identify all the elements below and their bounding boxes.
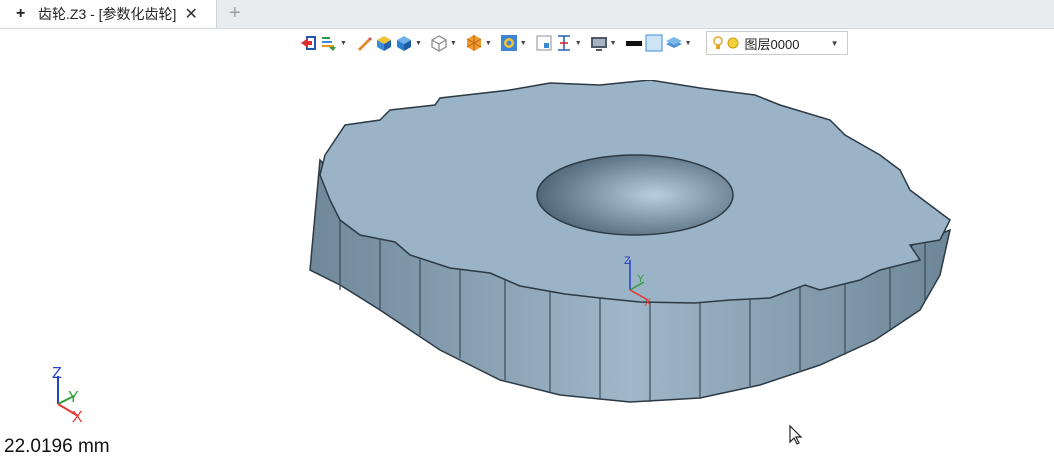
chevron-down-icon[interactable]: ▼ <box>450 40 457 47</box>
center-axis-triad: Z Y X <box>624 255 652 309</box>
exit-button[interactable] <box>300 31 318 55</box>
box-wireframe-icon <box>431 35 447 52</box>
line-color-icon <box>625 41 642 46</box>
chevron-down-icon[interactable]: ▼ <box>340 40 347 47</box>
view-fit-button[interactable]: ▼ <box>500 31 533 55</box>
render-mode-icon <box>466 35 482 51</box>
wireframe-button[interactable]: ▼ <box>430 31 463 55</box>
svg-text:Y: Y <box>68 389 79 406</box>
exit-icon <box>301 36 316 50</box>
section-icon <box>536 35 552 51</box>
layer-button[interactable]: ▼ <box>665 31 698 55</box>
view-fit-icon <box>500 35 517 51</box>
svg-text:Y: Y <box>637 273 645 285</box>
display-icon <box>590 37 607 51</box>
fill-color-icon <box>645 34 663 52</box>
render-mode-button[interactable]: ▼ <box>465 31 498 55</box>
chevron-down-icon[interactable]: ▼ <box>415 40 422 47</box>
axis-triad: Z Y X <box>52 365 83 426</box>
sketch-button[interactable] <box>355 31 373 55</box>
document-tab-bar: + 齿轮.Z3 - [参数化齿轮] ✕ + <box>0 0 1054 29</box>
sun-icon <box>727 37 738 49</box>
layer-select[interactable]: 图层0000 ▼ <box>705 31 848 55</box>
chevron-down-icon[interactable]: ▼ <box>520 40 527 47</box>
chevron-down-icon[interactable]: ▼ <box>831 39 839 48</box>
display-button[interactable]: ▼ <box>590 31 623 55</box>
filter-button[interactable]: ▼ <box>320 31 353 55</box>
chevron-down-icon[interactable]: ▼ <box>610 40 617 47</box>
view-toolbar: ▼ ▼ ▼ ▼ ▼ ▼ ▼ ▼ 图层0000 ▼ <box>300 30 848 56</box>
gear-bore <box>536 154 734 236</box>
svg-text:X: X <box>72 409 83 426</box>
solid-color-icon <box>376 36 391 51</box>
layer-label: 图层0000 <box>744 36 800 52</box>
pencil-icon <box>357 37 372 51</box>
section-button[interactable] <box>535 31 553 55</box>
document-tab[interactable]: + 齿轮.Z3 - [参数化齿轮] ✕ <box>0 0 217 28</box>
chevron-down-icon[interactable]: ▼ <box>485 40 492 47</box>
dimension-button[interactable]: ▼ <box>555 31 588 55</box>
new-tab-button[interactable]: + <box>229 2 241 25</box>
gear-model[interactable] <box>300 80 960 420</box>
close-tab-icon[interactable]: ✕ <box>184 4 197 24</box>
line-color-button[interactable] <box>625 31 643 55</box>
fill-color-button[interactable] <box>645 31 663 55</box>
svg-text:Z: Z <box>624 255 631 267</box>
shaded-button[interactable]: ▼ <box>395 31 428 55</box>
svg-text:Z: Z <box>52 365 62 382</box>
solid-color-button[interactable] <box>375 31 393 55</box>
mouse-cursor-icon <box>789 424 803 445</box>
lightbulb-icon <box>712 36 723 49</box>
add-icon[interactable]: + <box>16 5 30 23</box>
box-shaded-icon <box>396 36 411 51</box>
svg-text:X: X <box>644 297 652 309</box>
chevron-down-icon[interactable]: ▼ <box>685 40 692 47</box>
filter-icon <box>322 37 336 51</box>
layer-stack-icon <box>665 37 682 48</box>
dimension-icon <box>557 35 570 51</box>
measure-readout: 22.0196 mm <box>4 436 110 457</box>
chevron-down-icon[interactable]: ▼ <box>575 40 582 47</box>
document-tab-title: 齿轮.Z3 - [参数化齿轮] <box>38 6 177 22</box>
